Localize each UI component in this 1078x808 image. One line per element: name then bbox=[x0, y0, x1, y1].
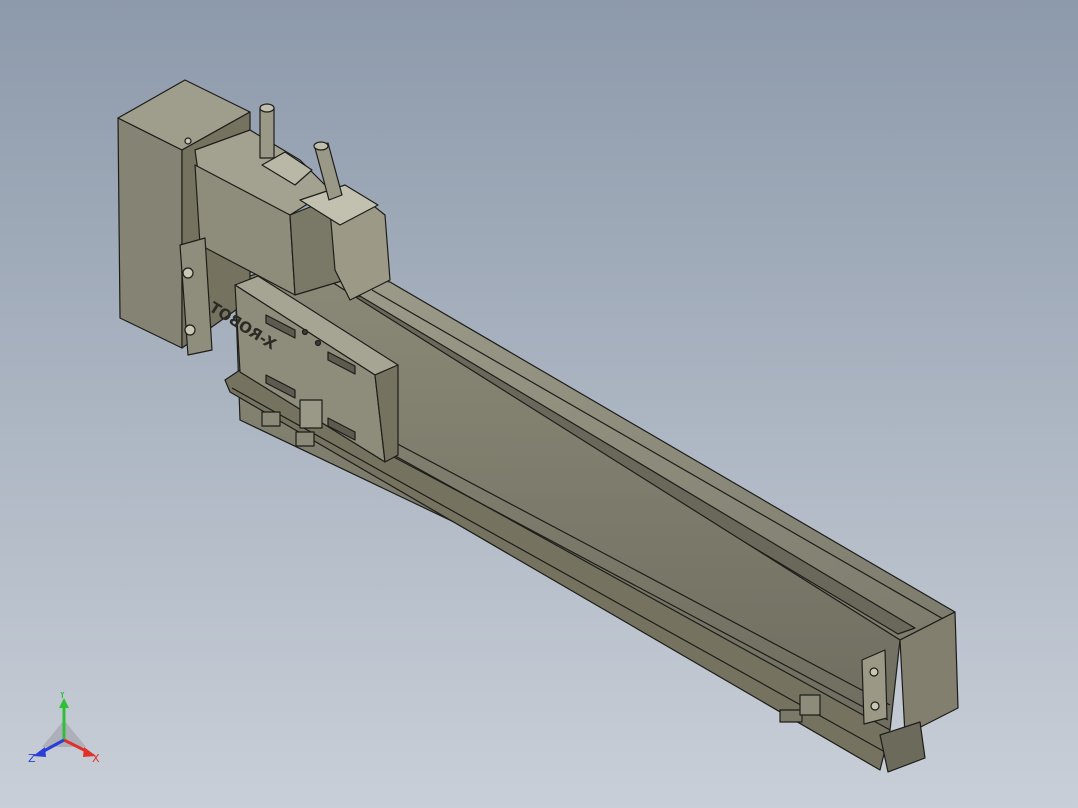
graphics-viewport[interactable]: X-ROBOT Y X Z bbox=[0, 0, 1078, 808]
end-foot-tab bbox=[779, 709, 803, 723]
carriage-block-2 bbox=[295, 431, 315, 447]
carriage-block-3 bbox=[299, 399, 323, 429]
triad-label-x: X bbox=[92, 752, 100, 765]
connector-pin-1 bbox=[259, 107, 275, 159]
box-screw bbox=[184, 137, 192, 145]
model-scene[interactable]: X-ROBOT bbox=[0, 0, 1078, 808]
connector-pin-2-top bbox=[313, 141, 329, 151]
bracket-screw-top bbox=[182, 267, 194, 279]
rail-end-plate bbox=[861, 649, 888, 725]
carriage-block-1 bbox=[261, 411, 281, 427]
triad-label-z: Z bbox=[28, 752, 36, 765]
carriage-hole-1 bbox=[301, 328, 309, 336]
carriage-hole-2 bbox=[314, 339, 322, 347]
view-triad[interactable]: Y X Z bbox=[22, 692, 112, 772]
bracket-screw-bottom bbox=[184, 324, 196, 336]
end-foot-tab-2 bbox=[799, 694, 821, 716]
end-plate-screw-bottom bbox=[870, 701, 880, 711]
triad-label-y: Y bbox=[58, 692, 66, 701]
motor-box-front bbox=[117, 117, 183, 349]
connector-pin-1-top bbox=[259, 103, 275, 113]
end-plate-screw-top bbox=[869, 667, 879, 677]
